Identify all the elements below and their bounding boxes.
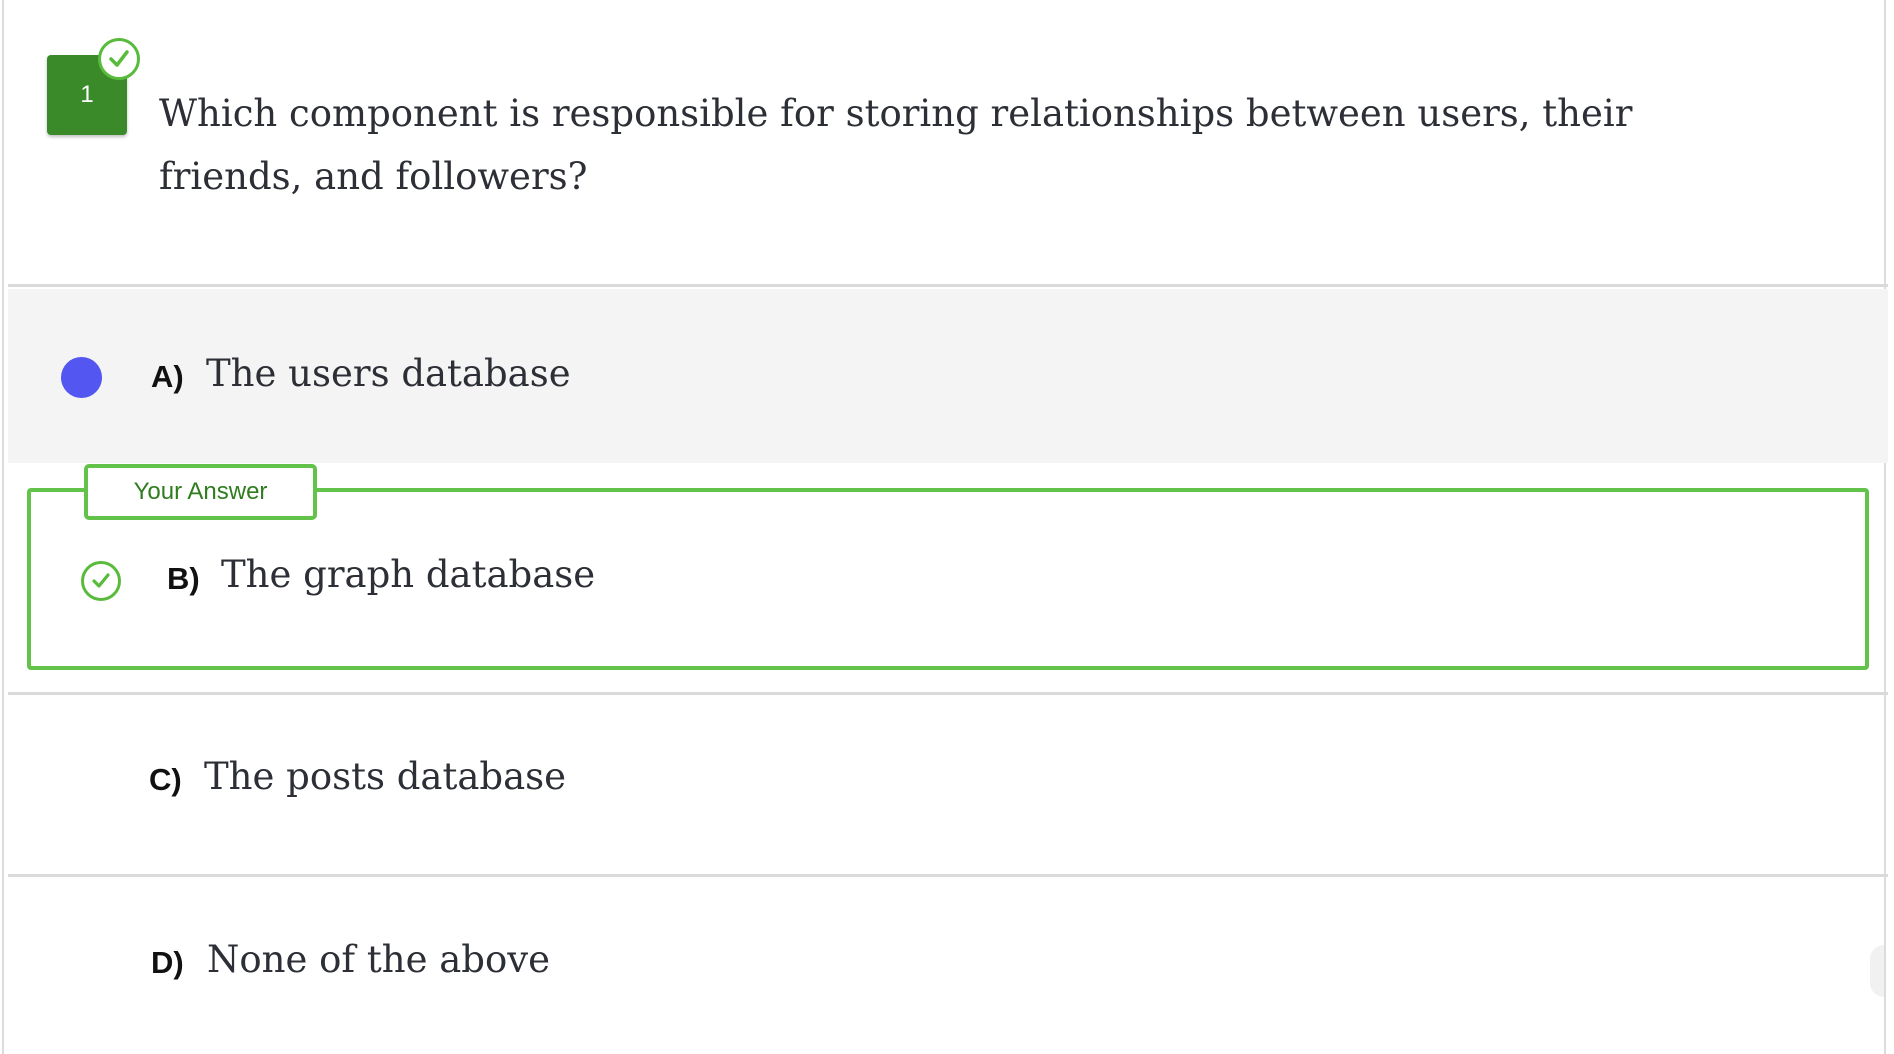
selected-dot-icon: [61, 357, 102, 398]
question-text: Which component is responsible for stori…: [159, 92, 1633, 198]
option-a[interactable]: A) The users database: [8, 289, 1888, 463]
option-text: The users database: [206, 352, 571, 395]
option-text: The posts database: [204, 755, 567, 798]
option-c[interactable]: C) The posts database: [8, 695, 1888, 875]
option-letter: A): [151, 359, 184, 394]
question-card: 1 Which component is responsible for sto…: [2, 0, 1888, 1054]
option-text: The graph database: [221, 553, 596, 596]
option-letter: D): [151, 945, 184, 980]
your-answer-tag: Your Answer: [84, 464, 317, 520]
check-circle-icon: [98, 38, 140, 80]
your-answer-label: Your Answer: [133, 478, 268, 505]
option-d[interactable]: D) None of the above: [8, 877, 1888, 1054]
option-text: None of the above: [207, 938, 551, 981]
check-circle-icon: [81, 561, 121, 601]
option-letter: C): [149, 762, 182, 797]
side-handle: [1870, 945, 1884, 997]
divider: [8, 284, 1888, 287]
question-number: 1: [80, 81, 94, 108]
option-letter: B): [167, 561, 200, 596]
